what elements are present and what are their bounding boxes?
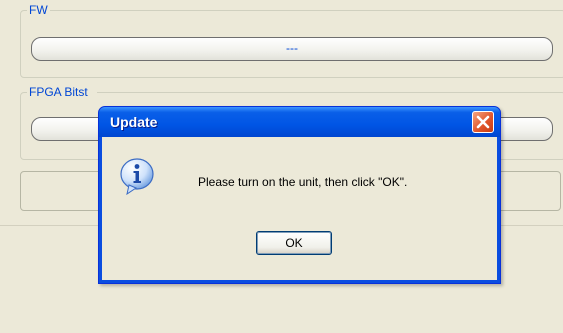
fw-group-label: FW: [27, 2, 50, 18]
dialog-body: Please turn on the unit, then click "OK"…: [102, 137, 497, 280]
ok-button[interactable]: OK: [256, 231, 332, 255]
dialog-message: Please turn on the unit, then click "OK"…: [198, 175, 408, 189]
info-icon: [120, 158, 154, 195]
dialog-titlebar[interactable]: Update: [99, 107, 500, 137]
close-button[interactable]: [472, 111, 494, 133]
dialog-title: Update: [110, 114, 158, 130]
fw-version-field: ---: [31, 37, 553, 61]
fw-group: FW ---: [20, 2, 563, 78]
close-icon: [476, 115, 490, 129]
fpga-group-label: FPGA Bitst: [27, 84, 97, 100]
update-dialog: Update Please turn on the unit, then cli…: [98, 106, 501, 284]
